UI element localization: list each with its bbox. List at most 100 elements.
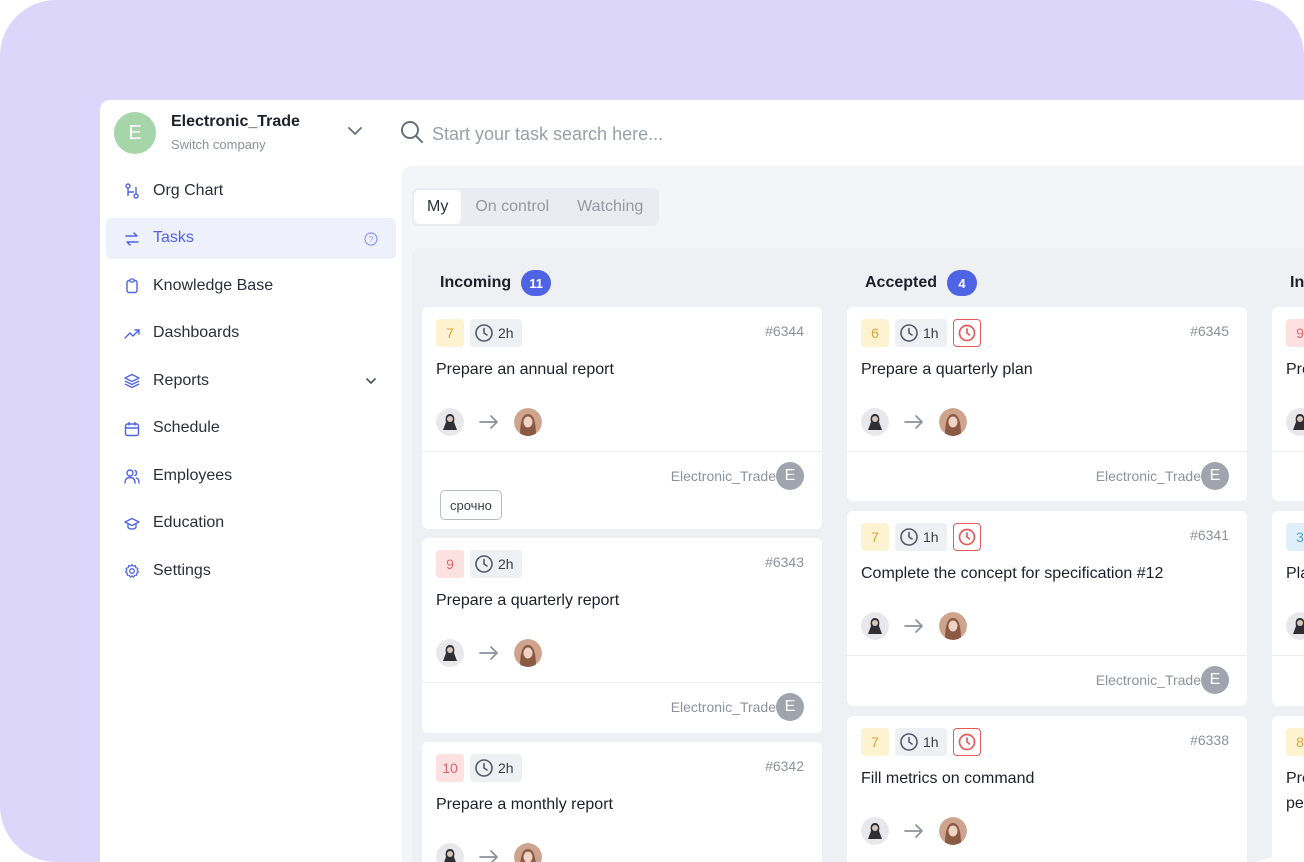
sidebar-item-schedule[interactable]: Schedule — [106, 408, 396, 449]
priority-badge: 10 — [436, 754, 464, 782]
sidebar-item-settings[interactable]: Settings — [106, 550, 396, 591]
task-title: Pre — [1286, 361, 1304, 378]
card-company: Electronic_Trade — [670, 468, 776, 484]
card-footer: Electronic_Trade E срочно — [422, 451, 822, 520]
priority-badge: 7 — [861, 523, 889, 551]
assignee-avatar[interactable] — [514, 639, 542, 667]
task-assignment — [861, 407, 967, 437]
author-avatar[interactable] — [1286, 612, 1304, 640]
assignee-avatar[interactable] — [939, 408, 967, 436]
time-estimate: 1h — [895, 319, 947, 347]
tag-chip[interactable]: срочно — [440, 490, 502, 520]
arrow-right-icon — [904, 415, 923, 429]
author-avatar[interactable] — [436, 408, 464, 436]
task-id: #6338 — [1190, 732, 1229, 748]
sidebar: E Electronic_Trade Switch company Org Ch… — [100, 100, 402, 862]
clock-icon — [475, 555, 493, 573]
task-card[interactable]: 6 1h #6345 Prepare a quarterly plan Elec… — [847, 307, 1247, 501]
author-avatar[interactable] — [861, 817, 889, 845]
clock-icon — [900, 733, 918, 751]
card-badges: 7 2h — [436, 319, 522, 347]
sidebar-item-education[interactable]: Education — [106, 503, 396, 544]
task-card[interactable]: 10 2h #6342 Prepare a monthly report — [422, 742, 822, 862]
task-card[interactable]: 3 Pla — [1272, 511, 1304, 706]
task-title: Prepare a quarterly report — [436, 592, 620, 609]
company-avatar: E — [776, 693, 804, 721]
sidebar-item-label: Knowledge Base — [153, 276, 274, 294]
task-title-line2: pe — [1286, 795, 1304, 812]
help-icon[interactable]: ? — [364, 231, 378, 246]
card-company: Electronic_Trade — [670, 699, 776, 715]
author-avatar[interactable] — [861, 612, 889, 640]
task-card[interactable]: 9 2h #6343 Prepare a quarterly report El… — [422, 538, 822, 733]
task-assignment — [436, 638, 542, 668]
tasks-icon — [125, 231, 139, 246]
sidebar-item-label: Org Chart — [153, 181, 224, 199]
task-filter-tabs: My On control Watching — [412, 188, 660, 226]
task-assignment — [1286, 611, 1304, 641]
sidebar-item-reports[interactable]: Reports — [106, 360, 396, 401]
arrow-right-icon — [904, 824, 923, 838]
tab-watching[interactable]: Watching — [563, 190, 657, 224]
author-avatar[interactable] — [1286, 408, 1304, 436]
sidebar-item-tasks[interactable]: Tasks ? — [106, 217, 396, 259]
overdue-alarm — [952, 523, 981, 551]
chevron-down-icon[interactable] — [364, 374, 378, 388]
author-avatar[interactable] — [861, 408, 889, 436]
task-assignment — [861, 816, 967, 846]
task-id: #6344 — [765, 323, 804, 339]
task-card[interactable]: 7 2h #6344 Prepare an annual report Elec… — [422, 307, 822, 529]
task-search — [400, 116, 1000, 150]
overdue-alarm — [952, 319, 981, 347]
assignee-avatar[interactable] — [939, 817, 967, 845]
card-badges: 10 2h — [436, 754, 522, 782]
org-chart-icon — [125, 183, 139, 199]
priority-badge: 9 — [436, 550, 464, 578]
time-estimate: 2h — [470, 754, 522, 782]
task-card[interactable]: 9 Pre — [1272, 307, 1304, 501]
company-avatar: E — [776, 462, 804, 490]
company-avatar: E — [114, 112, 156, 154]
time-estimate: 2h — [470, 550, 522, 578]
overdue-alarm — [952, 728, 981, 756]
card-footer: Electronic_Trade E — [847, 451, 1247, 490]
card-badges: 6 1h — [861, 319, 981, 347]
sidebar-item-knowledge-base[interactable]: Knowledge Base — [106, 265, 396, 306]
author-avatar[interactable] — [436, 843, 464, 862]
time-value: 1h — [923, 734, 939, 750]
priority-badge: 9 — [1286, 319, 1304, 347]
card-footer — [1272, 451, 1304, 452]
tab-my[interactable]: My — [414, 190, 462, 224]
time-value: 2h — [498, 556, 514, 572]
sidebar-item-label: Reports — [153, 371, 210, 389]
search-input[interactable] — [430, 118, 934, 150]
chevron-down-icon[interactable] — [346, 122, 364, 140]
task-card[interactable]: 7 1h #6338 Fill metrics on command — [847, 716, 1247, 862]
sidebar-item-org-chart[interactable]: Org Chart — [106, 170, 396, 211]
card-company: Electronic_Trade — [1095, 468, 1201, 484]
task-id: #6341 — [1190, 527, 1229, 543]
layers-icon — [124, 373, 140, 389]
time-value: 1h — [923, 325, 939, 341]
sidebar-item-employees[interactable]: Employees — [106, 455, 396, 496]
gear-icon — [124, 563, 140, 578]
priority-badge: 8 — [1286, 728, 1304, 756]
calendar-icon — [124, 421, 140, 436]
assignee-avatar[interactable] — [514, 843, 542, 862]
author-avatar[interactable] — [436, 639, 464, 667]
sidebar-item-dashboards[interactable]: Dashboards — [106, 313, 396, 354]
company-switcher[interactable]: E Electronic_Trade Switch company — [114, 112, 384, 156]
sidebar-nav: Org Chart Tasks ? Knowledge Base Dashboa… — [106, 170, 396, 598]
assignee-avatar[interactable] — [939, 612, 967, 640]
time-estimate: 2h — [470, 319, 522, 347]
task-card[interactable]: 7 1h #6341 Complete the concept for spec… — [847, 511, 1247, 706]
tab-on-control[interactable]: On control — [461, 190, 563, 224]
column-title: In — [1290, 274, 1304, 291]
card-company: Electronic_Trade — [1095, 672, 1201, 688]
priority-badge: 7 — [861, 728, 889, 756]
time-value: 1h — [923, 529, 939, 545]
task-card[interactable]: 8 Pre pe — [1272, 716, 1304, 862]
app-window: E Electronic_Trade Switch company Org Ch… — [100, 100, 1304, 862]
sidebar-item-label: Schedule — [153, 419, 220, 436]
assignee-avatar[interactable] — [514, 408, 542, 436]
